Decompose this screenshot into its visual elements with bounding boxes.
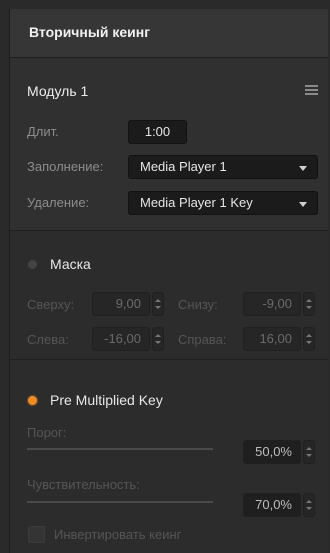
up-down-stepper-icon[interactable] — [303, 440, 315, 464]
mask-left-label: Слева: — [27, 332, 69, 347]
gain-label: Чувствительность: — [27, 477, 140, 492]
up-down-stepper-icon[interactable] — [303, 327, 315, 351]
premultiplied-title: Pre Multiplied Key — [50, 392, 163, 408]
panel-header[interactable]: Вторичный кеинг — [10, 9, 328, 58]
module-label: Модуль 1 — [27, 83, 89, 99]
fill-source-label: Заполнение: — [27, 159, 104, 174]
up-down-stepper-icon[interactable] — [152, 327, 164, 351]
mask-enable-radio[interactable] — [28, 260, 37, 269]
mask-section: Маска Сверху: 9,00 Снизу: -9,00 Слева: -… — [10, 231, 328, 359]
mask-bottom-label: Снизу: — [178, 297, 218, 312]
fill-source-value: Media Player 1 — [140, 159, 227, 174]
gain-slider[interactable] — [27, 501, 213, 503]
up-down-stepper-icon[interactable] — [303, 292, 315, 316]
mask-right-field[interactable]: 16,00 — [243, 327, 301, 351]
chevron-down-icon — [299, 202, 307, 207]
module-section: Модуль 1 Длит. 1:00 Заполнение: Media Pl… — [10, 58, 328, 230]
premultiplied-enable-radio[interactable] — [28, 396, 37, 405]
duration-field[interactable]: 1:00 — [128, 120, 187, 144]
key-source-select[interactable]: Media Player 1 Key — [128, 191, 318, 215]
mask-left-field[interactable]: -16,00 — [92, 327, 150, 351]
up-down-stepper-icon[interactable] — [152, 292, 164, 316]
mask-title: Маска — [50, 256, 91, 272]
up-down-stepper-icon[interactable] — [303, 493, 315, 517]
gain-field[interactable]: 70,0% — [243, 493, 301, 517]
chevron-down-icon — [299, 166, 307, 171]
premultiplied-key-section: Pre Multiplied Key Порог: 50,0% Чувствит… — [10, 360, 328, 553]
fill-source-select[interactable]: Media Player 1 — [128, 155, 318, 179]
hamburger-icon[interactable] — [305, 85, 318, 95]
clip-slider[interactable] — [27, 448, 213, 450]
mask-top-field[interactable]: 9,00 — [92, 292, 150, 316]
panel-title: Вторичный кеинг — [29, 24, 151, 40]
duration-label: Длит. — [27, 124, 59, 139]
invert-key-checkbox[interactable] — [28, 526, 45, 543]
invert-key-label: Инвертировать кеинг — [54, 527, 182, 542]
key-source-label: Удаление: — [27, 195, 90, 210]
mask-top-label: Сверху: — [27, 297, 75, 312]
secondary-keying-panel: Вторичный кеинг Модуль 1 Длит. 1:00 Запо… — [9, 9, 328, 553]
clip-field[interactable]: 50,0% — [243, 440, 301, 464]
clip-label: Порог: — [27, 425, 67, 440]
mask-right-label: Справа: — [178, 332, 227, 347]
mask-bottom-field[interactable]: -9,00 — [243, 292, 301, 316]
key-source-value: Media Player 1 Key — [140, 195, 253, 210]
